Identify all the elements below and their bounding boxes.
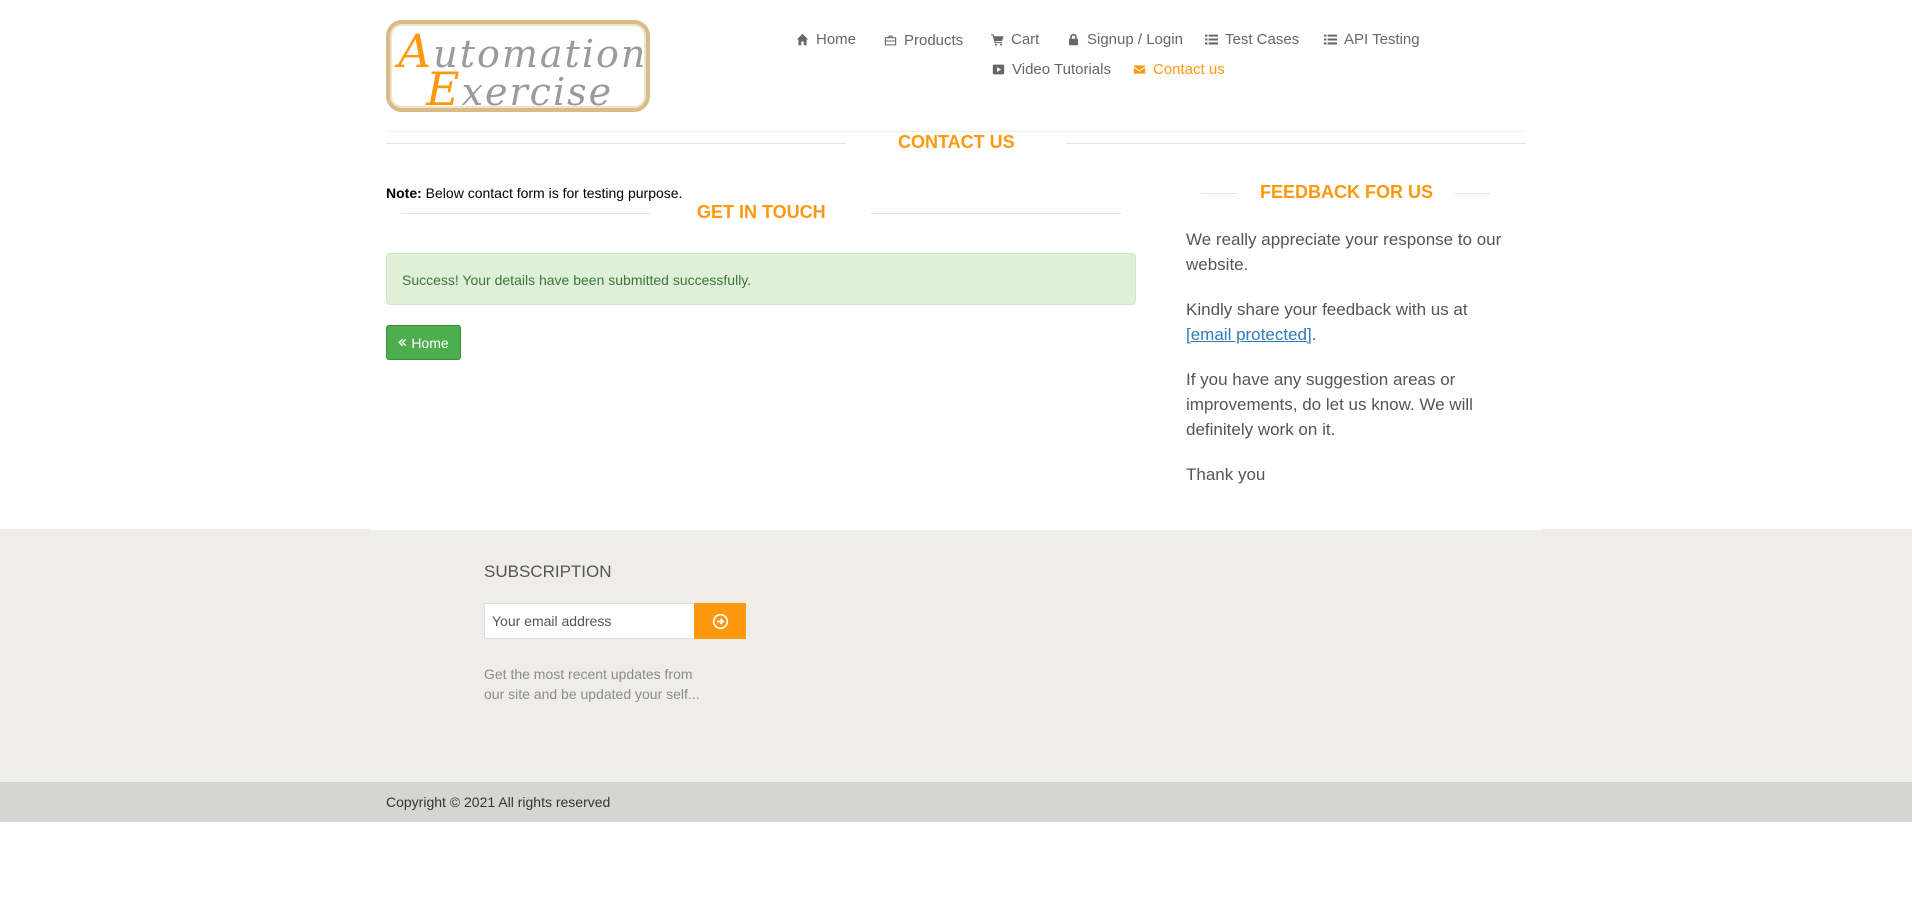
nav-video-tutorials[interactable]: Video Tutorials bbox=[992, 61, 1111, 78]
nav-signup-login[interactable]: Signup / Login bbox=[1067, 31, 1183, 48]
briefcase-icon bbox=[884, 35, 897, 46]
feedback-title: Feedback For Us bbox=[1250, 182, 1444, 203]
title-rule-right bbox=[1066, 143, 1526, 144]
form-note: Note: Below contact form is for testing … bbox=[386, 185, 683, 201]
youtube-play-icon bbox=[992, 64, 1005, 75]
feedback-paragraph: If you have any suggestion areas or impr… bbox=[1186, 370, 1473, 439]
nav-label: Test Cases bbox=[1225, 31, 1300, 48]
nav-test-cases[interactable]: Test Cases bbox=[1205, 31, 1299, 48]
nav-label: Products bbox=[904, 32, 964, 49]
nav-label: Home bbox=[816, 31, 857, 48]
page-title: Contact Us bbox=[888, 132, 1025, 153]
home-button-label: Home bbox=[411, 334, 449, 351]
envelope-icon bbox=[1133, 65, 1146, 74]
subscribe-button[interactable] bbox=[694, 603, 746, 639]
title-rule-left bbox=[1201, 193, 1237, 194]
site-logo[interactable]: Automation Exercise bbox=[386, 20, 650, 116]
feedback-paragraph: Kindly share your feedback with us at [e… bbox=[1186, 300, 1468, 344]
feedback-email-link[interactable]: [email protected] bbox=[1186, 325, 1312, 344]
copyright-text: Copyright © 2021 All rights reserved bbox=[386, 794, 611, 810]
logo-line-2: Exercise bbox=[426, 62, 614, 116]
footer-widget: Subscription Get the most recent updates… bbox=[0, 529, 1912, 782]
subscription-title: Subscription bbox=[484, 562, 612, 581]
footer-edge bbox=[370, 529, 1542, 530]
get-in-touch-title: Get In Touch bbox=[687, 202, 836, 223]
arrow-circle-right-icon bbox=[712, 613, 728, 629]
title-rule-left bbox=[401, 213, 651, 214]
nav-home[interactable]: Home bbox=[796, 31, 856, 48]
footer-bottom: Copyright © 2021 All rights reserved bbox=[0, 782, 1912, 822]
nav-cart[interactable]: Cart bbox=[991, 31, 1039, 48]
subscription-description: Get the most recent updates from our sit… bbox=[484, 666, 700, 702]
home-button[interactable]: Home bbox=[386, 325, 461, 360]
home-icon bbox=[796, 33, 809, 46]
list-icon bbox=[1205, 34, 1218, 45]
subscription-email-input[interactable] bbox=[484, 603, 695, 639]
nav-label: Cart bbox=[1011, 31, 1040, 48]
nav-label: Signup / Login bbox=[1087, 31, 1183, 48]
nav-label: API Testing bbox=[1344, 31, 1420, 48]
nav-api-testing[interactable]: API Testing bbox=[1324, 31, 1420, 48]
feedback-paragraph: Thank you bbox=[1186, 465, 1266, 484]
nav-products[interactable]: Products bbox=[884, 32, 963, 49]
title-rule-right bbox=[1455, 193, 1491, 194]
title-rule-right bbox=[871, 213, 1121, 214]
success-alert: Success! Your details have been submitte… bbox=[386, 253, 1136, 305]
nav-contact-us[interactable]: Contact us bbox=[1133, 61, 1225, 78]
feedback-paragraph: We really appreciate your response to ou… bbox=[1186, 230, 1502, 274]
double-angle-left-icon bbox=[398, 338, 407, 347]
lock-icon bbox=[1069, 33, 1078, 46]
nav-label: Video Tutorials bbox=[1012, 61, 1111, 78]
title-rule-left bbox=[386, 143, 846, 144]
nav-label: Contact us bbox=[1153, 61, 1225, 78]
cart-icon bbox=[991, 34, 1004, 46]
list-icon bbox=[1324, 34, 1337, 45]
